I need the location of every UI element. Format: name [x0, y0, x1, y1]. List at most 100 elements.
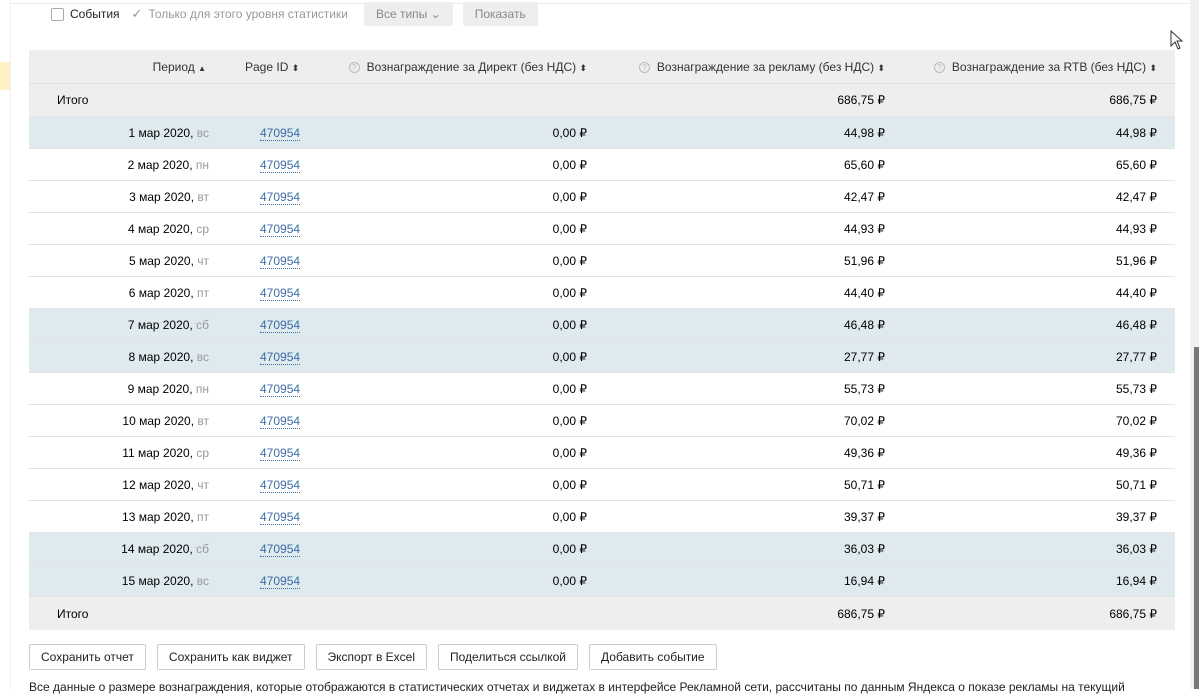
page-id-link[interactable]: 470954 [260, 413, 301, 429]
column-ads[interactable]: ? Вознаграждение за рекламу (без НДС) ⬍ [638, 60, 885, 74]
direct-cell: 0,00 ₽ [552, 509, 587, 524]
save-widget-button[interactable]: Сохранить как виджет [156, 644, 305, 670]
page-id-link[interactable]: 470954 [260, 573, 301, 589]
weekday: сб [196, 541, 209, 556]
ads-cell: 27,77 ₽ [844, 349, 885, 364]
date: 15 мар 2020 [121, 573, 191, 588]
column-period[interactable]: Период ▲ [153, 60, 206, 74]
direct-cell: 0,00 ₽ [552, 413, 587, 428]
date: 4 мар 2020 [128, 221, 190, 236]
ads-cell: 16,94 ₽ [844, 573, 885, 588]
page-id-link[interactable]: 470954 [260, 189, 301, 205]
add-event-button[interactable]: Добавить событие [589, 644, 717, 670]
stats-table: Период ▲ Page ID ⬍ ? Вознаграждение за Ди… [29, 50, 1175, 630]
weekday: сб [196, 317, 209, 332]
weekday: вс [196, 573, 209, 588]
page-id-link[interactable]: 470954 [260, 285, 301, 301]
direct-cell: 0,00 ₽ [552, 381, 587, 396]
page-id-link[interactable]: 470954 [260, 317, 301, 333]
period-cell: 3 мар 2020, вт [129, 189, 209, 204]
direct-cell: 0,00 ₽ [552, 445, 587, 460]
help-icon[interactable]: ? [933, 61, 945, 73]
direct-cell: 0,00 ₽ [552, 221, 587, 236]
ads-cell: 36,03 ₽ [844, 541, 885, 556]
table-row: 7 мар 2020, сб 470954 0,00 ₽ 46,48 ₽ 46,… [29, 309, 1175, 341]
sort-icon: ⬍ [1149, 62, 1157, 73]
weekday: ср [196, 221, 209, 236]
only-level-label: Только для этого уровня статистики [148, 7, 348, 21]
show-button[interactable]: Показать [462, 2, 538, 26]
page-id-cell: 470954 [260, 509, 301, 525]
table-row: 3 мар 2020, вт 470954 0,00 ₽ 42,47 ₽ 42,… [29, 181, 1175, 213]
period-cell: 9 мар 2020, пн [127, 381, 209, 396]
period-cell: 7 мар 2020, сб [127, 317, 209, 332]
page-id-link[interactable]: 470954 [260, 157, 301, 173]
column-page-id[interactable]: Page ID ⬍ [245, 60, 299, 74]
ads-cell: 46,48 ₽ [844, 317, 885, 332]
chevron-down-icon: ⌄ [430, 7, 441, 21]
rtb-cell: 44,40 ₽ [1116, 285, 1157, 300]
column-direct[interactable]: ? Вознаграждение за Директ (без НДС) ⬍ [348, 59, 587, 74]
rtb-cell: 44,98 ₽ [1116, 125, 1157, 140]
total-ads: 686,75 ₽ [837, 606, 885, 621]
ads-cell: 44,93 ₽ [844, 221, 885, 236]
page-id-link[interactable]: 470954 [260, 253, 301, 269]
direct-cell: 0,00 ₽ [552, 573, 587, 588]
direct-cell: 0,00 ₽ [552, 253, 587, 268]
page-id-header-label: Page ID [245, 59, 289, 74]
mouse-cursor-icon [1170, 30, 1184, 50]
page-id-link[interactable]: 470954 [260, 445, 301, 461]
page-id-cell: 470954 [260, 573, 301, 589]
page-id-link[interactable]: 470954 [260, 509, 301, 525]
ads-cell: 70,02 ₽ [844, 413, 885, 428]
events-checkbox[interactable] [51, 7, 64, 21]
direct-cell: 0,00 ₽ [552, 477, 587, 492]
date: 12 мар 2020 [122, 477, 191, 492]
total-ads: 686,75 ₽ [837, 93, 885, 107]
total-label: Итого [57, 606, 89, 621]
page-id-cell: 470954 [260, 541, 301, 557]
page-id-link[interactable]: 470954 [260, 381, 301, 397]
scrollbar-thumb[interactable] [1194, 347, 1199, 689]
ads-cell: 39,37 ₽ [844, 509, 885, 524]
page-id-cell: 470954 [260, 381, 301, 397]
page-id-link[interactable]: 470954 [260, 349, 301, 365]
table-row: 10 мар 2020, вт 470954 0,00 ₽ 70,02 ₽ 70… [29, 405, 1175, 437]
weekday: вс [196, 349, 209, 364]
page-id-link[interactable]: 470954 [260, 125, 301, 141]
types-select[interactable]: Все типы ⌄ [363, 2, 453, 26]
save-report-button[interactable]: Сохранить отчет [29, 644, 146, 670]
date: 10 мар 2020 [122, 413, 191, 428]
weekday: пт [197, 285, 209, 300]
page-id-cell: 470954 [260, 317, 301, 333]
column-rtb[interactable]: ? Вознаграждение за RTB (без НДС) ⬍ [933, 59, 1157, 74]
period-cell: 15 мар 2020, вс [121, 573, 209, 588]
rtb-header-label: Вознаграждение за RTB (без НДС) [951, 59, 1147, 74]
page-id-link[interactable]: 470954 [260, 477, 301, 493]
direct-header-label: Вознаграждение за Директ (без НДС) [366, 59, 577, 74]
period-cell: 12 мар 2020, чт [122, 477, 209, 492]
weekday: пн [195, 381, 209, 396]
weekday: вт [197, 189, 209, 204]
export-excel-button[interactable]: Экспорт в Excel [315, 644, 428, 670]
total-rtb: 686,75 ₽ [1109, 606, 1157, 621]
share-link-button[interactable]: Поделиться ссылкой [438, 644, 579, 670]
help-icon[interactable]: ? [638, 61, 650, 73]
disclaimer-text: Все данные о размере вознаграждения, кот… [29, 680, 1125, 694]
help-icon[interactable]: ? [348, 61, 360, 73]
direct-cell: 0,00 ₽ [552, 541, 587, 556]
rtb-cell: 39,37 ₽ [1116, 509, 1157, 524]
page-id-link[interactable]: 470954 [260, 221, 301, 237]
sort-asc-icon: ▲ [198, 63, 206, 73]
date: 2 мар 2020 [127, 157, 190, 172]
weekday: вс [196, 125, 209, 140]
page-id-link[interactable]: 470954 [260, 541, 301, 557]
period-cell: 10 мар 2020, вт [122, 413, 209, 428]
ads-cell: 42,47 ₽ [844, 189, 885, 204]
date: 14 мар 2020 [121, 541, 190, 556]
page-id-cell: 470954 [260, 189, 301, 205]
checkmark-icon[interactable]: ✓ [132, 6, 143, 22]
ads-cell: 44,98 ₽ [844, 125, 885, 140]
period-cell: 6 мар 2020, пт [128, 285, 209, 300]
date: 13 мар 2020 [122, 509, 191, 524]
